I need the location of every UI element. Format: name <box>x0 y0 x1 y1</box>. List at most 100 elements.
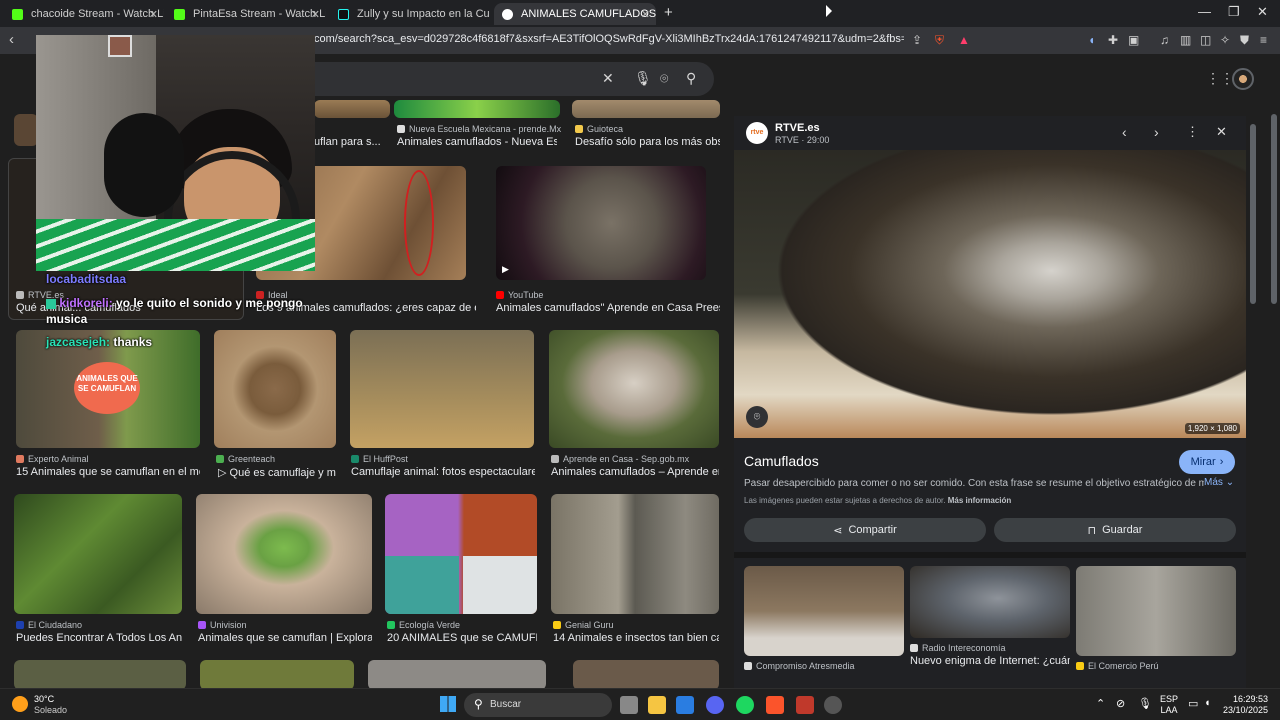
result-thumb-r4c4[interactable] <box>551 494 719 614</box>
clear-icon[interactable]: ✕ <box>602 70 614 87</box>
preview-image[interactable]: ⌾ 1,920 × 1,080 <box>734 150 1246 438</box>
result-caption[interactable]: Puedes Encontrar A Todos Los Ani... <box>16 632 182 644</box>
next-icon[interactable]: › <box>1154 124 1159 140</box>
tab-zully[interactable]: Zully y su Impacto en la Cultura Pena <box>330 3 490 25</box>
speech-icon[interactable]: ◖ <box>1088 33 1095 47</box>
more-info-link[interactable]: Más información <box>948 496 1012 505</box>
close-icon[interactable]: ✕ <box>641 8 650 21</box>
leo-icon[interactable]: ✧ <box>1220 33 1230 47</box>
result-caption[interactable]: Animales camuflados - Nueva Esc... <box>397 136 557 148</box>
page-scrollbar[interactable] <box>1271 114 1277 304</box>
extensions-icon[interactable]: ✚ <box>1108 33 1118 47</box>
result-thumb-r5c4[interactable] <box>573 660 719 688</box>
clock[interactable]: 16:29:53 23/10/2025 <box>1222 694 1268 716</box>
minimize-button[interactable]: — <box>1198 4 1211 19</box>
close-icon[interactable]: ✕ <box>149 8 158 21</box>
image-title[interactable]: Camuflados <box>744 453 819 469</box>
mic-icon[interactable]: 🎙 <box>1138 697 1152 710</box>
visit-button[interactable]: Mirar › <box>1179 450 1235 474</box>
screenshot-icon[interactable]: ▣ <box>1128 33 1139 47</box>
task-view-icon[interactable] <box>620 696 638 714</box>
discord-icon[interactable] <box>706 696 724 714</box>
panel-scrollbar[interactable] <box>1250 124 1256 304</box>
maximize-button[interactable]: ❐ <box>1228 4 1240 20</box>
music-icon[interactable]: ♫ <box>1160 33 1169 47</box>
close-window-button[interactable]: ✕ <box>1257 4 1268 20</box>
share-button[interactable]: ⋖ Compartir <box>744 518 986 542</box>
menu-icon[interactable]: ≡ <box>1260 33 1267 47</box>
brave-shield-icon[interactable]: ⛨ <box>935 33 944 48</box>
brave-icon[interactable] <box>766 696 784 714</box>
search-icon: ⚲ <box>474 697 483 711</box>
back-button[interactable]: ‹ <box>9 31 14 48</box>
close-icon[interactable]: ✕ <box>1216 124 1227 140</box>
network-icon[interactable]: ⊘ <box>1116 697 1125 710</box>
prev-icon[interactable]: ‹ <box>1122 124 1127 140</box>
result-caption[interactable]: Animales camuflados" Aprende en Casa Pre… <box>496 302 720 314</box>
search-box[interactable]: ✕ 🎙 ⌾ ⚲ <box>300 62 714 96</box>
close-icon[interactable]: ✕ <box>311 8 320 21</box>
tab-animales-camuflados[interactable]: ANIMALES CAMUFLADOS - Busc ✕ <box>494 3 656 25</box>
brave-rewards-icon[interactable]: ▲ <box>958 33 970 47</box>
result-thumb-left-small[interactable] <box>14 114 38 146</box>
result-thumb-r1c2[interactable] <box>394 100 560 118</box>
related-caption[interactable]: Nuevo enigma de Internet: ¿cuánt... <box>910 655 1070 667</box>
weather-icon[interactable] <box>12 696 28 712</box>
result-thumb-r2c3[interactable] <box>496 166 706 280</box>
address-bar[interactable]: com/search?sca_esv=d029728c4f6818f7&sxsr… <box>314 33 904 45</box>
more-button[interactable]: Más ⌄ <box>1204 477 1234 488</box>
result-caption[interactable]: 14 Animales e insectos tan bien ca... <box>553 632 719 644</box>
language-indicator[interactable]: ESP LAA <box>1160 694 1178 716</box>
result-thumb-r4c2[interactable] <box>196 494 372 614</box>
display-icon[interactable]: ▭ <box>1188 697 1198 710</box>
related-thumb-1[interactable] <box>744 566 904 656</box>
share-icon[interactable]: ⇪ <box>912 33 922 47</box>
new-tab-button[interactable]: + <box>664 4 673 21</box>
result-thumb-r5c3[interactable] <box>368 660 546 688</box>
apps-icon[interactable]: ⋮⋮ <box>1206 70 1234 87</box>
related-thumb-2[interactable] <box>910 566 1070 638</box>
result-thumb-r3c3[interactable] <box>350 330 534 448</box>
result-thumb-r4c3[interactable] <box>385 494 537 614</box>
result-thumb-r4c1[interactable] <box>14 494 182 614</box>
bing-icon[interactable] <box>676 696 694 714</box>
tab-chacoide[interactable]: chacoide Stream - Watch Live on ✕ <box>4 3 164 25</box>
spotify-icon[interactable] <box>736 696 754 714</box>
obs-icon[interactable] <box>824 696 842 714</box>
file-explorer-icon[interactable] <box>648 696 666 714</box>
save-button[interactable]: ⊓ Guardar <box>994 518 1236 542</box>
wallet-icon[interactable]: ◫ <box>1200 33 1211 47</box>
capture-app-icon[interactable] <box>796 696 814 714</box>
lens-icon[interactable]: ⌾ <box>660 70 668 87</box>
result-thumb-r3c2[interactable] <box>214 330 336 448</box>
volume-icon[interactable]: ◖ <box>1204 697 1211 709</box>
result-caption[interactable]: Animales que se camuflan | Explora | ... <box>198 632 372 644</box>
taskbar-search[interactable]: ⚲ Buscar <box>464 693 612 717</box>
result-thumb-r5c2[interactable] <box>200 660 354 688</box>
result-source: Experto Animal <box>16 454 89 464</box>
sidebar-icon[interactable]: ▥ <box>1180 33 1191 47</box>
result-caption[interactable]: ▷ Qué es camuflaje y m... <box>218 466 336 479</box>
weather-temp[interactable]: 30°C <box>34 694 54 704</box>
result-caption[interactable]: Desafío sólo para los más obs... <box>575 136 720 148</box>
related-thumb-3[interactable] <box>1076 566 1236 656</box>
result-thumb-r3c4[interactable] <box>549 330 719 448</box>
result-caption[interactable]: uflan para s... <box>314 136 390 148</box>
more-options-icon[interactable]: ⋮ <box>1186 124 1199 140</box>
vpn-icon[interactable]: ⛊ <box>1240 33 1249 48</box>
result-thumb-r1c1[interactable] <box>314 100 390 118</box>
result-caption[interactable]: 15 Animales que se camuflan en el medi..… <box>16 466 200 478</box>
chevron-up-icon[interactable]: ⌃ <box>1096 697 1105 710</box>
result-caption[interactable]: 20 ANIMALES que se CAMUFL... <box>387 632 537 644</box>
result-caption[interactable]: Camuflaje animal: fotos espectaculares .… <box>351 466 535 478</box>
tab-pintaesa[interactable]: PintaEsa Stream - Watch Live on ✕ <box>166 3 326 25</box>
site-name[interactable]: RTVE.es <box>775 122 820 134</box>
result-caption[interactable]: Animales camuflados – Aprende en ... <box>551 466 719 478</box>
lens-search-icon[interactable]: ⌾ <box>746 406 768 428</box>
start-button[interactable] <box>440 696 456 712</box>
result-thumb-r1c3[interactable] <box>572 100 720 118</box>
search-icon[interactable]: ⚲ <box>686 70 696 87</box>
account-avatar[interactable] <box>1232 68 1254 90</box>
result-thumb-r5c1[interactable] <box>14 660 186 688</box>
mic-icon[interactable]: 🎙 <box>634 70 652 87</box>
